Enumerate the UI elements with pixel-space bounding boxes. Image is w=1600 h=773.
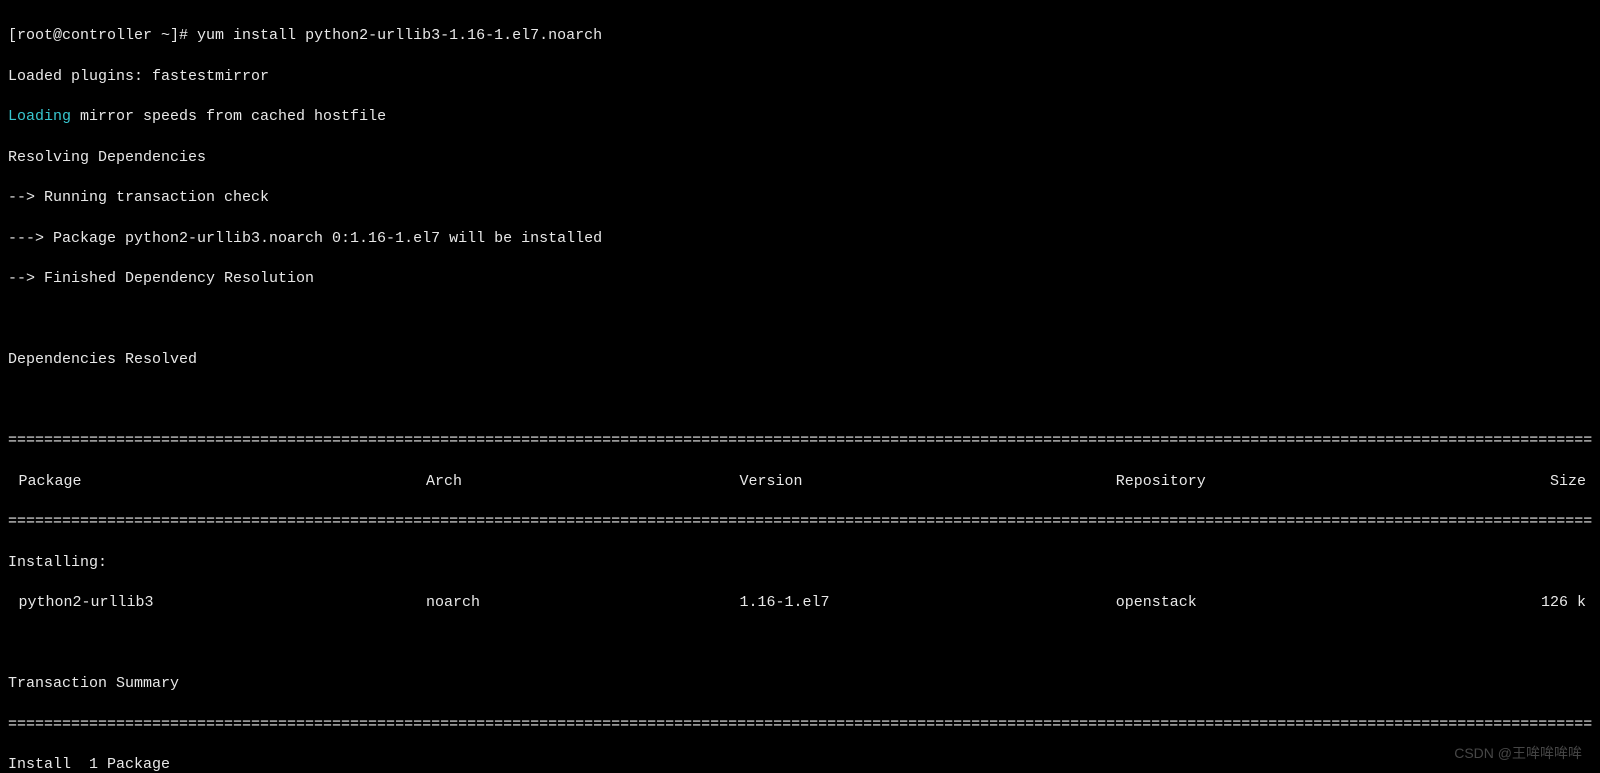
command: yum install python2-urllib3-1.16-1.el7.n… [197, 27, 602, 44]
table-header-arch: Arch [426, 472, 740, 492]
output-line: Loading mirror speeds from cached hostfi… [8, 107, 1592, 127]
table-header-row: Package Arch Version Repository Size [8, 472, 1592, 492]
blank-line [8, 391, 1592, 411]
separator-double: ========================================… [8, 431, 1592, 451]
separator-double: ========================================… [8, 512, 1592, 532]
table-row: python2-urllib3 noarch 1.16-1.el7 openst… [8, 593, 1592, 613]
cell-arch: noarch [426, 593, 740, 613]
table-header-repository: Repository [1116, 472, 1461, 492]
cell-repository: openstack [1116, 593, 1461, 613]
cell-version: 1.16-1.el7 [740, 593, 1116, 613]
output-line: Resolving Dependencies [8, 148, 1592, 168]
output-line: Dependencies Resolved [8, 350, 1592, 370]
loading-word: Loading [8, 108, 71, 125]
output-line: Transaction Summary [8, 674, 1592, 694]
installing-header: Installing: [8, 553, 1592, 573]
blank-line [8, 634, 1592, 654]
terminal[interactable]: [root@controller ~]# yum install python2… [0, 0, 1600, 773]
output-line: ---> Package python2-urllib3.noarch 0:1.… [8, 229, 1592, 249]
cell-package: python2-urllib3 [8, 593, 426, 613]
loading-rest: mirror speeds from cached hostfile [71, 108, 386, 125]
prompt: [root@controller ~]# [8, 27, 188, 44]
table-header-package: Package [8, 472, 426, 492]
output-line: --> Finished Dependency Resolution [8, 269, 1592, 289]
cell-size: 126 k [1461, 593, 1592, 613]
prompt-line-1: [root@controller ~]# yum install python2… [8, 26, 1592, 46]
output-line: --> Running transaction check [8, 188, 1592, 208]
table-header-version: Version [740, 472, 1116, 492]
table-header-size: Size [1461, 472, 1592, 492]
blank-line [8, 310, 1592, 330]
output-line: Loaded plugins: fastestmirror [8, 67, 1592, 87]
separator-double: ========================================… [8, 715, 1592, 735]
output-line: Install 1 Package [8, 755, 1592, 773]
